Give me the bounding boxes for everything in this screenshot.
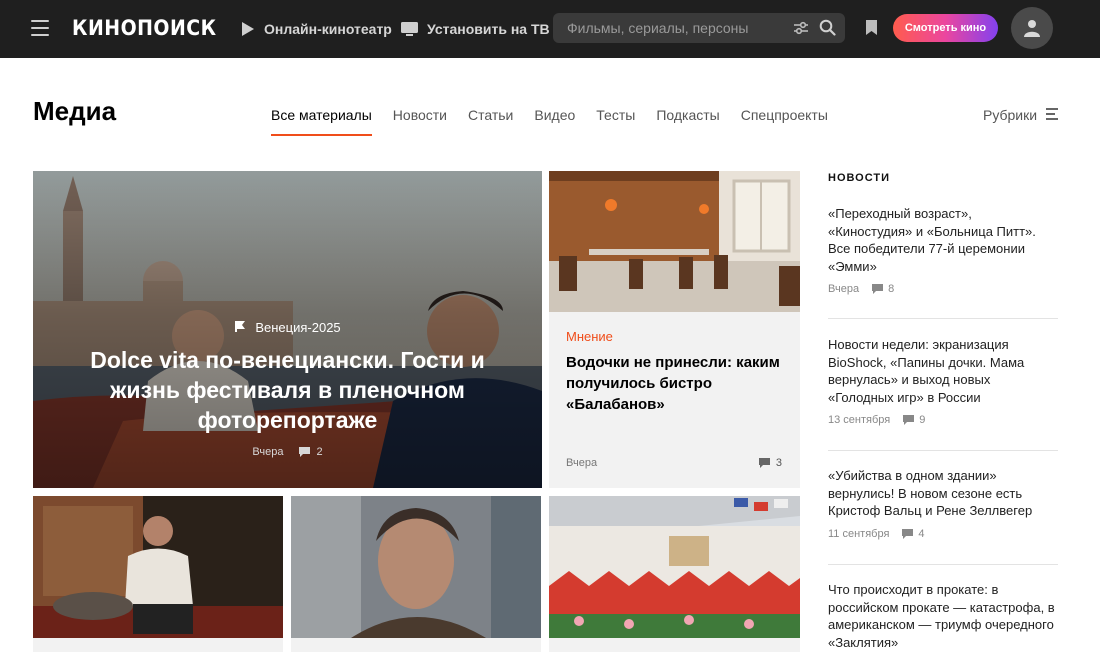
flag-icon (234, 320, 246, 335)
thumbnail-caption-2 (291, 638, 541, 652)
news-item-title[interactable]: Что происходит в прокате: в российском п… (828, 581, 1058, 651)
news-item-comments: 4 (918, 527, 925, 540)
user-icon (1024, 20, 1040, 37)
card-kicker[interactable]: Мнение (566, 329, 613, 344)
filter-icon[interactable] (793, 21, 809, 40)
news-divider (828, 318, 1058, 319)
news-divider (828, 450, 1058, 451)
news-item-title[interactable]: «Убийства в одном здании» вернулись! В н… (828, 467, 1058, 520)
tv-icon (401, 22, 418, 36)
news-item-comments: 8 (888, 283, 895, 295)
page-title: Медиа (33, 96, 117, 126)
hero-tag[interactable]: Венеция-2025 (33, 320, 542, 335)
news-item[interactable]: «Переходный возраст», «Киностудия» и «Бо… (828, 205, 1058, 295)
comment-icon (872, 284, 884, 294)
rubrics-list-icon (1046, 107, 1059, 123)
install-tv-label: Установить на ТВ (427, 21, 550, 37)
tab-all-materials[interactable]: Все материалы (271, 106, 372, 136)
thumbnail-photo-1 (33, 496, 283, 638)
media-tabs: Все материалы Новости Статьи Видео Тесты… (271, 106, 849, 138)
online-cinema-link[interactable]: Онлайн-кинотеатр (241, 0, 392, 58)
thumbnail-caption-1 (33, 638, 283, 652)
watch-movies-button[interactable]: Смотреть кино (893, 14, 998, 42)
news-item-date: 11 сентября (828, 527, 890, 540)
article-thumbnail-3[interactable] (549, 496, 800, 638)
news-item-comments: 9 (919, 414, 926, 426)
hero-article-card[interactable]: Венеция-2025 Dolce vita по-венециански. … (33, 171, 542, 488)
search-icon[interactable] (819, 19, 836, 41)
bookmark-icon[interactable] (865, 19, 878, 41)
hero-title[interactable]: Dolce vita по-венециански. Гости и жизнь… (53, 345, 522, 435)
thumbnail-photo-2 (291, 496, 541, 638)
card-comments: 3 (758, 457, 782, 469)
tab-tests[interactable]: Тесты (596, 106, 635, 136)
bistro-photo (549, 171, 800, 312)
play-icon (241, 22, 255, 36)
comment-icon (902, 528, 914, 539)
search-box (553, 13, 845, 43)
news-item-title[interactable]: «Переходный возраст», «Киностудия» и «Бо… (828, 205, 1058, 275)
tab-articles[interactable]: Статьи (468, 106, 513, 136)
card-comment-count: 3 (775, 457, 782, 469)
comment-icon (299, 447, 311, 457)
rubrics-label: Рубрики (983, 107, 1038, 123)
thumbnail-photo-3 (549, 496, 800, 638)
news-item-title[interactable]: Новости недели: экранизация BioShock, «П… (828, 336, 1058, 406)
news-item[interactable]: «Убийства в одном здании» вернулись! В н… (828, 467, 1058, 540)
hero-meta: Вчера 2 (33, 446, 542, 458)
install-tv-link[interactable]: Установить на ТВ (401, 0, 550, 58)
opinion-article-card[interactable]: Мнение Водочки не принесли: каким получи… (549, 171, 800, 488)
news-heading[interactable]: НОВОСТИ (828, 172, 890, 184)
online-cinema-label: Онлайн-кинотеатр (264, 21, 392, 37)
news-item[interactable]: Что происходит в прокате: в российском п… (828, 581, 1058, 651)
top-bar: КИНОПОИСК Онлайн-кинотеатр Установить на… (0, 0, 1100, 58)
hero-tag-label: Венеция-2025 (255, 320, 341, 335)
tab-news[interactable]: Новости (393, 106, 447, 136)
news-item-date: Вчера (828, 283, 860, 295)
news-item[interactable]: Новости недели: экранизация BioShock, «П… (828, 336, 1058, 426)
news-item-date: 13 сентября (828, 414, 891, 426)
tab-podcasts[interactable]: Подкасты (656, 106, 719, 136)
search-input[interactable] (553, 13, 783, 43)
article-thumbnail-2[interactable] (291, 496, 541, 638)
news-divider (828, 564, 1058, 565)
user-avatar[interactable] (1011, 7, 1053, 49)
card-title[interactable]: Водочки не принесли: каким получилось би… (566, 352, 786, 415)
kinopoisk-logo[interactable]: КИНОПОИСК (72, 15, 217, 41)
card-date: Вчера (566, 457, 598, 469)
menu-icon[interactable] (31, 20, 49, 36)
rubrics-menu[interactable]: Рубрики (983, 106, 1059, 124)
hero-comment-count: 2 (316, 446, 323, 458)
news-item-meta: Вчера 8 (828, 283, 1058, 295)
news-item-meta: 13 сентября 9 (828, 414, 1058, 426)
news-item-meta: 11 сентября 4 (828, 528, 1058, 540)
article-thumbnail-1[interactable] (33, 496, 283, 638)
tab-video[interactable]: Видео (534, 106, 575, 136)
hero-date: Вчера (252, 446, 284, 458)
comment-icon (903, 415, 915, 425)
tab-special-projects[interactable]: Спецпроекты (741, 106, 828, 136)
comment-icon (758, 458, 770, 468)
thumbnail-caption-3 (549, 638, 800, 652)
